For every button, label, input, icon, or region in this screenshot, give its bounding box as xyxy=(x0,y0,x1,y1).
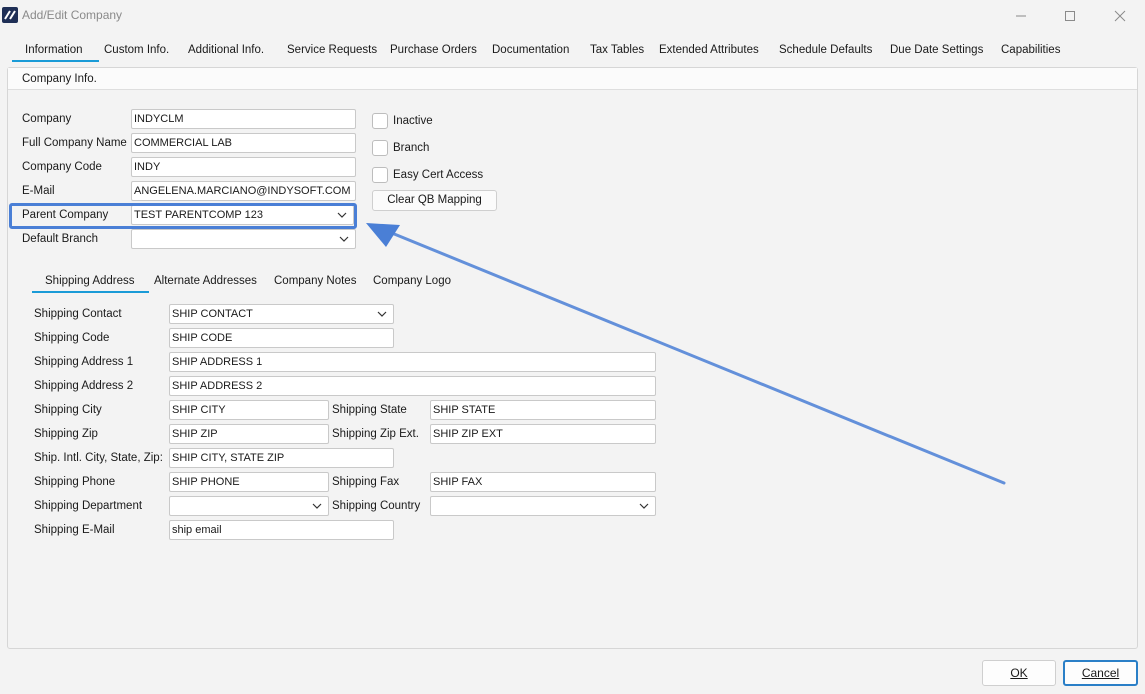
shipping-address-2-input[interactable]: SHIP ADDRESS 2 xyxy=(169,376,656,396)
branch-label: Branch xyxy=(393,142,430,154)
active-tab-indicator xyxy=(12,60,99,62)
shipping-zip-ext-input[interactable]: SHIP ZIP EXT xyxy=(430,424,656,444)
shipping-department-select[interactable] xyxy=(169,496,329,516)
shipping-address-2-label: Shipping Address 2 xyxy=(34,380,134,392)
easy-cert-access-checkbox[interactable] xyxy=(372,167,388,183)
shipping-email-label: Shipping E-Mail xyxy=(34,524,115,536)
section-title: Company Info. xyxy=(22,73,97,85)
default-branch-label: Default Branch xyxy=(22,233,99,245)
tab-additional-info[interactable]: Additional Info. xyxy=(188,44,264,56)
clear-qb-mapping-button[interactable]: Clear QB Mapping xyxy=(372,190,497,211)
full-company-name-input[interactable]: COMMERCIAL LAB xyxy=(131,133,356,153)
shipping-fax-input[interactable]: SHIP FAX xyxy=(430,472,656,492)
easy-cert-access-label: Easy Cert Access xyxy=(393,169,484,181)
cancel-button[interactable]: Cancel xyxy=(1063,660,1138,686)
tab-service-requests[interactable]: Service Requests xyxy=(287,44,377,56)
active-subtab-indicator xyxy=(32,291,149,293)
tab-due-date-settings[interactable]: Due Date Settings xyxy=(890,44,983,56)
email-label: E-Mail xyxy=(22,185,55,197)
shipping-zip-label: Shipping Zip xyxy=(34,428,98,440)
window-title: Add/Edit Company xyxy=(22,8,123,22)
shipping-contact-label: Shipping Contact xyxy=(34,308,122,320)
default-branch-select[interactable] xyxy=(131,229,356,249)
shipping-contact-select[interactable]: SHIP CONTACT xyxy=(169,304,394,324)
shipping-phone-input[interactable]: SHIP PHONE xyxy=(169,472,329,492)
shipping-city-label: Shipping City xyxy=(34,404,102,416)
company-code-input[interactable]: INDY xyxy=(131,157,356,177)
highlight-box xyxy=(9,203,357,229)
company-label: Company xyxy=(22,113,72,125)
maximize-icon xyxy=(1065,11,1075,21)
close-button[interactable] xyxy=(1097,2,1143,30)
branch-checkbox[interactable] xyxy=(372,140,388,156)
inactive-checkbox[interactable] xyxy=(372,113,388,129)
tab-purchase-orders[interactable]: Purchase Orders xyxy=(390,44,477,56)
tab-information[interactable]: Information xyxy=(25,44,83,56)
shipping-phone-label: Shipping Phone xyxy=(34,476,116,488)
cancel-label: Cancel xyxy=(1081,666,1120,680)
inactive-label: Inactive xyxy=(393,115,433,127)
email-input[interactable]: ANGELENA.MARCIANO@INDYSOFT.COM xyxy=(131,181,356,201)
tab-capabilities[interactable]: Capabilities xyxy=(1001,44,1060,56)
shipping-zip-ext-label: Shipping Zip Ext. xyxy=(332,428,419,440)
full-company-name-label: Full Company Name xyxy=(22,137,127,149)
shipping-code-label: Shipping Code xyxy=(34,332,110,344)
chevron-down-icon xyxy=(377,305,387,323)
tab-custom-info[interactable]: Custom Info. xyxy=(104,44,169,56)
chevron-down-icon xyxy=(639,497,649,515)
company-input[interactable]: INDYCLM xyxy=(131,109,356,129)
title-bar xyxy=(0,0,1145,32)
shipping-country-label: Shipping Country xyxy=(332,500,421,512)
section-header xyxy=(8,68,1137,90)
shipping-city-input[interactable]: SHIP CITY xyxy=(169,400,329,420)
tab-extended-attributes[interactable]: Extended Attributes xyxy=(659,44,759,56)
shipping-zip-input[interactable]: SHIP ZIP xyxy=(169,424,329,444)
shipping-department-label: Shipping Department xyxy=(34,500,143,512)
shipping-country-select[interactable] xyxy=(430,496,656,516)
minimize-icon xyxy=(1016,15,1026,17)
subtab-company-logo[interactable]: Company Logo xyxy=(373,275,451,287)
shipping-email-input[interactable]: ship email xyxy=(169,520,394,540)
shipping-state-label: Shipping State xyxy=(332,404,407,416)
shipping-address-1-label: Shipping Address 1 xyxy=(34,356,134,368)
ship-intl-input[interactable]: SHIP CITY, STATE ZIP xyxy=(169,448,394,468)
tab-tax-tables[interactable]: Tax Tables xyxy=(590,44,644,56)
tab-schedule-defaults[interactable]: Schedule Defaults xyxy=(779,44,872,56)
shipping-address-1-input[interactable]: SHIP ADDRESS 1 xyxy=(169,352,656,372)
app-logo-icon xyxy=(2,7,18,23)
shipping-fax-label: Shipping Fax xyxy=(332,476,400,488)
company-code-label: Company Code xyxy=(22,161,102,173)
ok-button[interactable]: OK xyxy=(982,660,1056,686)
maximize-button[interactable] xyxy=(1047,2,1093,30)
chevron-down-icon xyxy=(339,230,349,248)
shipping-contact-value: SHIP CONTACT xyxy=(172,308,253,320)
shipping-state-input[interactable]: SHIP STATE xyxy=(430,400,656,420)
minimize-button[interactable] xyxy=(998,2,1044,30)
subtab-shipping-address[interactable]: Shipping Address xyxy=(45,275,135,287)
close-icon xyxy=(1114,10,1126,22)
chevron-down-icon xyxy=(312,497,322,515)
ship-intl-label: Ship. Intl. City, State, Zip: xyxy=(34,452,163,464)
subtab-company-notes[interactable]: Company Notes xyxy=(274,275,356,287)
shipping-code-input[interactable]: SHIP CODE xyxy=(169,328,394,348)
subtab-alternate-addresses[interactable]: Alternate Addresses xyxy=(154,275,257,287)
tab-documentation[interactable]: Documentation xyxy=(492,44,569,56)
ok-label: OK xyxy=(1010,666,1028,680)
